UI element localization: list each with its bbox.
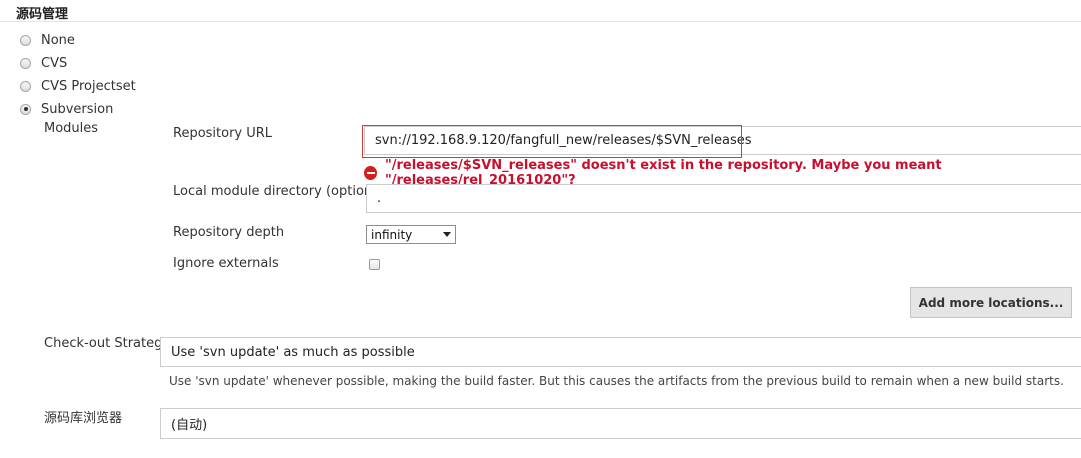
scm-option-cvs[interactable]: CVS	[20, 53, 67, 73]
local-dir-label: Local module directory (optional)	[173, 184, 389, 199]
radio-cvs-projectset[interactable]	[20, 80, 31, 92]
section-divider	[0, 21, 1081, 22]
depth-select[interactable]: infinity	[366, 225, 456, 244]
radio-cvs[interactable]	[20, 57, 31, 69]
local-dir-input[interactable]: .	[366, 184, 1081, 213]
add-more-locations-button[interactable]: Add more locations...	[910, 287, 1072, 318]
checkout-strategy-value: Use 'svn update' as much as possible	[171, 344, 415, 360]
radio-label-cvs: CVS	[41, 55, 68, 71]
checkout-strategy-label: Check-out Strategy	[44, 336, 171, 351]
chevron-down-icon	[443, 232, 451, 237]
repository-browser-label: 源码库浏览器	[44, 411, 123, 426]
scm-option-cvs-projectset[interactable]: CVS Projectset	[20, 76, 136, 96]
checkout-strategy-help: Use 'svn update' whenever possible, maki…	[169, 374, 1064, 388]
url-highlight-box	[362, 125, 742, 158]
section-title: 源码管理	[16, 7, 69, 22]
repository-browser-select[interactable]: (自动)	[160, 408, 1081, 439]
radio-label-none: None	[41, 32, 75, 48]
radio-subversion[interactable]	[20, 103, 31, 115]
scm-option-none[interactable]: None	[20, 30, 75, 50]
depth-label: Repository depth	[173, 225, 285, 240]
error-icon	[364, 166, 377, 180]
radio-label-subversion: Subversion	[41, 101, 114, 117]
radio-none[interactable]	[20, 34, 31, 46]
ignore-externals-checkbox[interactable]	[369, 259, 380, 270]
depth-select-value: infinity	[371, 227, 413, 242]
radio-label-cvs-projectset: CVS Projectset	[41, 78, 136, 94]
ignore-externals-label: Ignore externals	[173, 256, 279, 271]
repository-browser-value: (自动)	[171, 418, 208, 433]
checkout-strategy-select[interactable]: Use 'svn update' as much as possible	[160, 337, 1081, 367]
local-dir-value: .	[377, 191, 382, 206]
repository-url-label: Repository URL	[173, 126, 273, 141]
modules-label: Modules	[44, 121, 99, 136]
scm-option-subversion[interactable]: Subversion	[20, 99, 113, 119]
